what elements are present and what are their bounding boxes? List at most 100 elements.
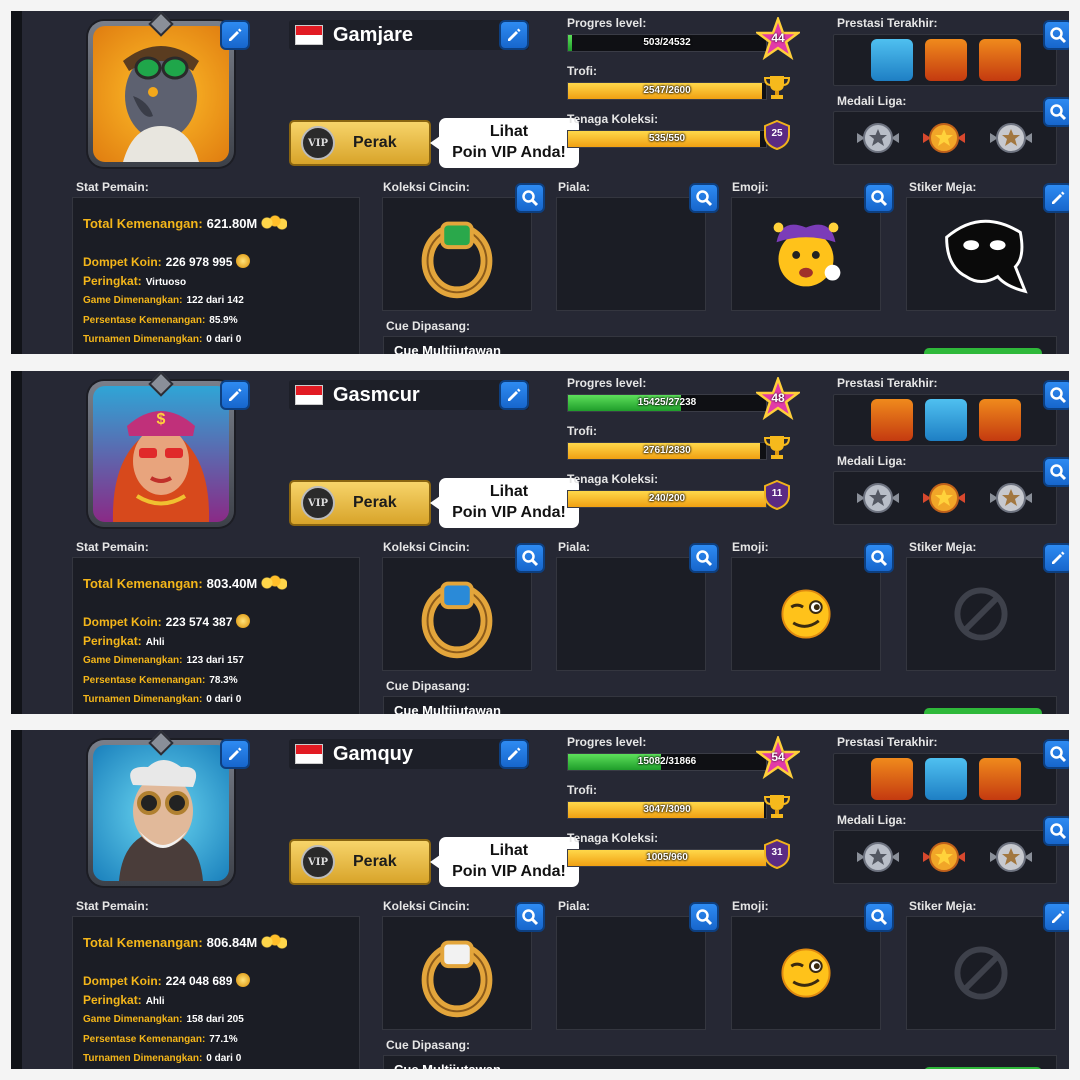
ring-search-button[interactable]	[515, 183, 545, 213]
emoji-search-button[interactable]	[864, 543, 894, 573]
edit-avatar-button[interactable]	[220, 20, 250, 50]
trophy-label: Trofi:	[567, 64, 597, 78]
emoji-search-button[interactable]	[864, 902, 894, 932]
edit-avatar-button[interactable]	[220, 739, 250, 769]
pencil-icon	[508, 388, 521, 401]
ring-collection-box[interactable]	[382, 557, 532, 671]
trophy-search-button[interactable]	[689, 902, 719, 932]
league-medals-label: Medali Liga:	[837, 454, 907, 468]
equipped-cue-label: Cue Dipasang:	[386, 1038, 471, 1052]
search-icon	[522, 190, 539, 207]
edit-avatar-button[interactable]	[220, 380, 250, 410]
vip-bubble-line2: Poin VIP Anda!	[452, 863, 566, 880]
medals-search-button[interactable]	[1043, 816, 1069, 846]
equipped-cue-box[interactable]: Cue Multijutawan	[383, 336, 1057, 354]
table-sticker-label: Stiker Meja:	[909, 899, 977, 913]
eight-ball-achievement-icon[interactable]	[979, 399, 1021, 441]
table-sticker-box[interactable]	[906, 916, 1056, 1030]
ball-pocket-achievement-icon[interactable]	[871, 39, 913, 81]
old-man-goggles-avatar[interactable]	[93, 745, 229, 881]
search-icon	[871, 909, 888, 926]
equipped-cue-label: Cue Dipasang:	[386, 319, 471, 333]
trophy-cabinet-box[interactable]	[556, 557, 706, 671]
level-progress-bar: 15082/31866	[567, 753, 767, 771]
vip-button[interactable]: VIP Perak	[289, 120, 431, 166]
search-icon	[1050, 387, 1067, 404]
indonesia-flag-icon	[295, 25, 323, 45]
trophy-cabinet-box[interactable]	[556, 197, 706, 311]
woman-cap-avatar[interactable]: $	[93, 386, 229, 522]
table-sticker-box[interactable]	[906, 557, 1056, 671]
collection-progress-text: 535/550	[648, 133, 686, 144]
emoji-search-button[interactable]	[864, 183, 894, 213]
pigeon-pilot-avatar[interactable]	[93, 26, 229, 162]
coin-icon	[236, 973, 251, 987]
player-stats-label: Stat Pemain:	[76, 899, 149, 913]
equipped-cue-box[interactable]: Cue Multijutawan	[383, 1055, 1057, 1069]
medals-search-button[interactable]	[1043, 97, 1069, 127]
edit-sticker-button[interactable]	[1043, 543, 1069, 573]
ring-collection-box[interactable]	[382, 916, 532, 1030]
achievements-search-button[interactable]	[1043, 20, 1069, 50]
vip-points-bubble[interactable]: Lihat Poin VIP Anda!	[430, 478, 579, 528]
search-icon	[1050, 104, 1067, 121]
trophy-progress-text: 2547/2600	[643, 85, 691, 96]
league-medals-label: Medali Liga:	[837, 813, 907, 827]
rank-value: Virtuoso	[145, 277, 187, 288]
vip-bubble-line2: Poin VIP Anda!	[452, 144, 566, 161]
cue-achievement-icon[interactable]	[871, 758, 913, 800]
ring-collection-box[interactable]	[382, 197, 532, 311]
vip-badge-icon: VIP	[301, 486, 335, 520]
trophy-search-button[interactable]	[689, 183, 719, 213]
games-won-value: 122 dari 142	[186, 295, 244, 306]
vip-badge-icon: VIP	[301, 845, 335, 879]
rank-row: Peringkat: Ahli	[83, 634, 165, 648]
table-sticker-box[interactable]	[906, 197, 1056, 311]
medals-search-button[interactable]	[1043, 457, 1069, 487]
trophy-icon	[763, 436, 791, 459]
emoji-box[interactable]	[731, 916, 881, 1030]
level-number: 54	[771, 750, 785, 764]
edit-sticker-button[interactable]	[1043, 183, 1069, 213]
eight-ball-achievement-icon[interactable]	[925, 39, 967, 81]
edit-name-button[interactable]	[499, 380, 529, 410]
win-pct-row: Persentase Kemenangan: 85.9%	[83, 315, 238, 326]
player-stats-box: Total Kemenangan: 803.40M Dompet Koin: 223…	[72, 557, 360, 714]
edit-sticker-button[interactable]	[1043, 902, 1069, 932]
trophy-search-button[interactable]	[689, 543, 719, 573]
level-progress-text: 503/24532	[643, 37, 691, 48]
vip-tier-label: Perak	[353, 494, 397, 511]
ball-pocket-achievement-icon[interactable]	[925, 758, 967, 800]
player-name: Gasmcur	[333, 383, 420, 406]
coin-wallet-value: 226 978 995	[165, 255, 233, 269]
cue-achievement-icon[interactable]	[871, 399, 913, 441]
gold-medal-icon	[923, 483, 965, 513]
trophy-progress-bar: 2547/2600	[567, 82, 767, 100]
player-name: Gamjare	[333, 23, 414, 46]
player-stats-label: Stat Pemain:	[76, 540, 149, 554]
emoji-box[interactable]	[731, 557, 881, 671]
cue-achievement-icon[interactable]	[979, 39, 1021, 81]
player-name: Gamquy	[333, 742, 414, 765]
ring-search-button[interactable]	[515, 902, 545, 932]
win-pct-row: Persentase Kemenangan: 77.1%	[83, 1034, 238, 1045]
win-pct-value: 85.9%	[209, 315, 238, 326]
vip-points-bubble[interactable]: Lihat Poin VIP Anda!	[430, 118, 579, 168]
emoji-box[interactable]	[731, 197, 881, 311]
search-icon	[522, 909, 539, 926]
ball-pocket-achievement-icon[interactable]	[925, 399, 967, 441]
vip-points-bubble[interactable]: Lihat Poin VIP Anda!	[430, 837, 579, 887]
achievements-search-button[interactable]	[1043, 380, 1069, 410]
edit-name-button[interactable]	[499, 20, 529, 50]
games-won-row: Game Dimenangkan: 122 dari 142	[83, 295, 244, 306]
achievements-search-button[interactable]	[1043, 739, 1069, 769]
vip-button[interactable]: VIP Perak	[289, 839, 431, 885]
rank-value: Ahli	[145, 637, 165, 648]
ring-search-button[interactable]	[515, 543, 545, 573]
trophy-cabinet-box[interactable]	[556, 916, 706, 1030]
eight-ball-achievement-icon[interactable]	[979, 758, 1021, 800]
vip-button[interactable]: VIP Perak	[289, 480, 431, 526]
edit-name-button[interactable]	[499, 739, 529, 769]
equipped-cue-box[interactable]: Cue Multijutawan	[383, 696, 1057, 714]
coin-wallet-row: Dompet Koin: 224 048 689	[83, 973, 251, 988]
